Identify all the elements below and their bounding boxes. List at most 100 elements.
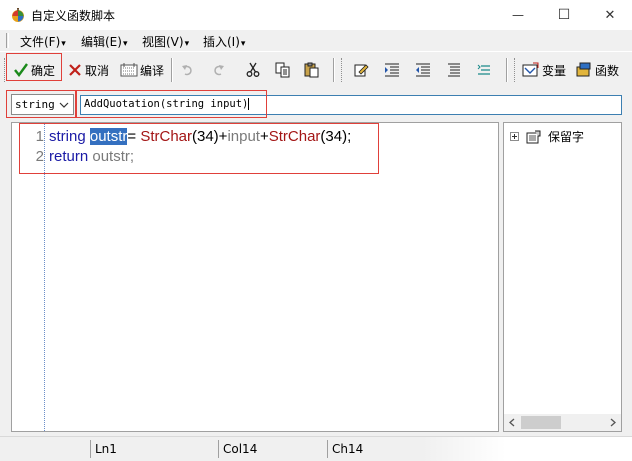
- toolbar-grip: [341, 58, 344, 82]
- maximize-icon: ☐: [557, 7, 571, 23]
- paste-icon: [304, 62, 319, 78]
- token-punctuation: ;: [129, 148, 135, 165]
- token-function: StrChar: [268, 128, 321, 145]
- close-icon: ✕: [604, 7, 616, 23]
- menu-file[interactable]: 文件(F)▾: [20, 33, 66, 50]
- ok-label: 确定: [31, 63, 56, 78]
- token-function: StrChar: [140, 128, 192, 145]
- edit-document-icon: [354, 64, 369, 77]
- code-text: return outstr;: [49, 148, 134, 165]
- menu-dropdown-icon: ▾: [122, 39, 128, 49]
- maximize-button[interactable]: ☐: [541, 0, 587, 30]
- toolbar-grip: [4, 58, 7, 82]
- tree-node-reserved-words[interactable]: 保留字: [510, 128, 584, 145]
- code-editor[interactable]: 1 string outstr= StrChar(34)+input+StrCh…: [11, 122, 499, 432]
- menu-view[interactable]: 视图(V)▾: [142, 33, 189, 50]
- function-signature-input[interactable]: AddQuotation(string input): [80, 95, 622, 115]
- function-icon: [576, 62, 591, 77]
- horizontal-scrollbar[interactable]: [504, 414, 621, 431]
- scissors-icon: [246, 62, 260, 77]
- tree-node-label: 保留字: [548, 130, 585, 144]
- text-caret: [248, 98, 250, 110]
- title-bar: 自定义函数脚本 — ☐ ✕: [0, 0, 632, 30]
- token-operator: =: [127, 128, 141, 145]
- compile-label: 编译: [140, 63, 165, 78]
- minimize-icon: —: [512, 8, 524, 22]
- uncomment-button[interactable]: [476, 60, 492, 80]
- cancel-label: 取消: [85, 63, 110, 78]
- token-args: (34)+: [192, 128, 228, 145]
- function-signature-text: AddQuotation(string input): [84, 98, 249, 110]
- outdent-icon: [416, 63, 430, 77]
- return-type-select[interactable]: string: [11, 94, 74, 115]
- redo-icon: [214, 65, 224, 76]
- redo-button[interactable]: [210, 60, 226, 80]
- comment-button[interactable]: [446, 60, 462, 80]
- function-label: 函数: [595, 63, 620, 78]
- cut-button[interactable]: [245, 60, 261, 80]
- code-line: 2 return outstr;: [12, 148, 498, 167]
- copy-icon: [275, 62, 290, 78]
- token-operator: +: [259, 128, 269, 145]
- menu-bar: 文件(F)▾ 编辑(E)▾ 视图(V)▾ 插入(I)▾: [0, 30, 632, 50]
- compile-button[interactable]: 编译: [120, 60, 164, 80]
- token-keyword: return: [49, 148, 89, 165]
- menu-grip: [6, 33, 9, 48]
- return-type-value: string: [15, 98, 55, 111]
- status-bar: Ln1 Col14 Ch14: [0, 436, 632, 461]
- scrollbar-thumb[interactable]: [521, 416, 561, 429]
- outdent-button[interactable]: [415, 60, 431, 80]
- token-selected-variable: outstr: [89, 128, 128, 145]
- ok-button[interactable]: 确定: [13, 60, 55, 80]
- window-title: 自定义函数脚本: [31, 9, 116, 23]
- toolbar-separator: [333, 58, 335, 82]
- close-button[interactable]: ✕: [587, 0, 632, 30]
- scroll-left-icon[interactable]: [508, 418, 516, 427]
- function-button[interactable]: 函数: [575, 60, 619, 80]
- token-keyword: string: [49, 128, 86, 145]
- app-logo-icon: [12, 8, 24, 22]
- menu-edit[interactable]: 编辑(E)▾: [81, 33, 127, 50]
- paste-button[interactable]: [304, 60, 320, 80]
- variable-icon: [522, 62, 539, 77]
- scroll-right-icon[interactable]: [609, 418, 617, 427]
- token-variable: input: [227, 128, 260, 145]
- line-gutter: [12, 123, 45, 431]
- status-fade: [422, 437, 632, 461]
- toolbar: 确定 取消 编译 变量 函数: [0, 51, 632, 87]
- indent-icon: [385, 63, 399, 77]
- code-line: 1 string outstr= StrChar(34)+input+StrCh…: [12, 128, 498, 147]
- menu-insert[interactable]: 插入(I)▾: [203, 33, 245, 50]
- compile-icon: [120, 63, 138, 77]
- token-variable: outstr: [92, 148, 130, 165]
- edit-doc-button[interactable]: [353, 60, 369, 80]
- undo-button[interactable]: [180, 60, 196, 80]
- token-args: (34);: [320, 128, 352, 145]
- status-column: Col14: [218, 440, 327, 458]
- chevron-down-icon: [59, 102, 69, 108]
- variable-label: 变量: [542, 63, 567, 78]
- keyword-tree-panel: 保留字: [503, 122, 622, 432]
- variable-button[interactable]: 变量: [522, 60, 566, 80]
- line-number: 1: [35, 128, 44, 145]
- toolbar-separator: [506, 58, 508, 82]
- status-char: Ch14: [327, 440, 437, 458]
- cancel-button[interactable]: 取消: [67, 60, 109, 80]
- menu-dropdown-icon: ▾: [61, 39, 66, 49]
- undo-icon: [182, 65, 192, 76]
- uncomment-icon: [477, 64, 490, 75]
- menu-dropdown-icon: ▾: [184, 39, 190, 49]
- checkmark-icon: [14, 63, 28, 77]
- reserved-word-icon: [526, 130, 541, 143]
- indent-button[interactable]: [384, 60, 400, 80]
- expand-plus-icon[interactable]: [510, 132, 519, 141]
- toolbar-separator: [171, 58, 173, 82]
- copy-button[interactable]: [275, 60, 291, 80]
- line-number: 2: [35, 148, 44, 165]
- cross-icon: [69, 64, 81, 76]
- minimize-button[interactable]: —: [495, 0, 541, 30]
- code-text: string outstr= StrChar(34)+input+StrChar…: [49, 128, 351, 145]
- status-line: Ln1: [90, 440, 218, 458]
- comment-lines-icon: [448, 63, 460, 77]
- toolbar-grip: [514, 58, 517, 82]
